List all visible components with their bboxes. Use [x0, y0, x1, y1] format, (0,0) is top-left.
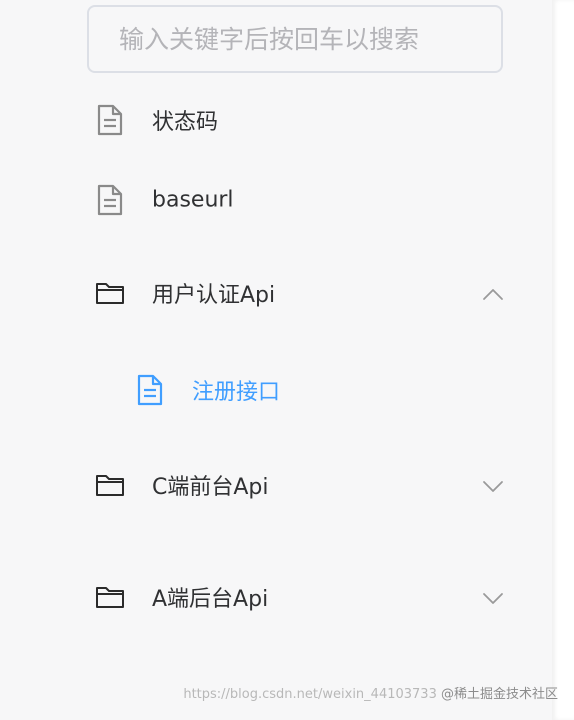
tree-item-label: A端后台Api — [152, 587, 269, 612]
watermark: https://blog.csdn.net/weixin_44103733 @稀… — [183, 683, 558, 702]
tree-folder-user-auth-api[interactable]: 用户认证Api — [0, 265, 552, 321]
document-icon — [95, 184, 125, 216]
watermark-url: https://blog.csdn.net/weixin_44103733 — [183, 687, 437, 702]
tree-item-status-code[interactable]: 状态码 — [0, 92, 552, 148]
tree-item-label: C端前台Api — [152, 475, 269, 500]
watermark-brand: @稀土掘金技术社区 — [440, 687, 558, 702]
folder-icon — [95, 581, 125, 613]
folder-icon — [95, 277, 125, 309]
tree-item-label: 注册接口 — [192, 380, 281, 405]
tree-folder-c-front-api[interactable]: C端前台Api — [0, 457, 552, 513]
chevron-down-icon[interactable] — [482, 478, 504, 492]
tree-item-baseurl[interactable]: baseurl — [0, 172, 552, 228]
chevron-down-icon[interactable] — [482, 590, 504, 604]
document-icon — [135, 374, 165, 406]
tree-item-label: baseurl — [152, 187, 234, 213]
chevron-up-icon[interactable] — [482, 286, 504, 300]
tree-item-label: 状态码 — [152, 110, 219, 135]
document-icon — [95, 104, 125, 136]
tree-item-register-api[interactable]: 注册接口 — [0, 362, 552, 418]
tree-item-label: 用户认证Api — [152, 283, 276, 308]
content-edge — [552, 0, 574, 720]
folder-icon — [95, 469, 125, 501]
search-input[interactable] — [87, 5, 503, 73]
sidebar-panel: 状态码 baseurl 用户认证Api — [0, 0, 552, 720]
tree-folder-a-back-api[interactable]: A端后台Api — [0, 569, 552, 625]
